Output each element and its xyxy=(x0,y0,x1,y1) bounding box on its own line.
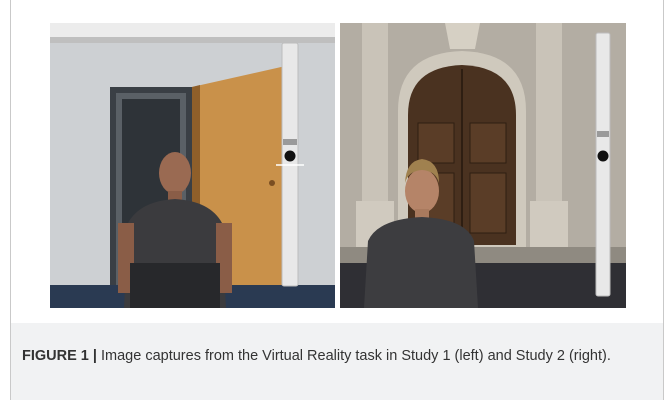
study1-image xyxy=(50,23,335,308)
figure-caption: FIGURE 1 | Image captures from the Virtu… xyxy=(22,345,642,367)
caption-text: Image captures from the Virtual Reality … xyxy=(96,348,611,364)
study2-image xyxy=(340,23,626,308)
figure-label: FIGURE 1 | xyxy=(22,348,97,364)
